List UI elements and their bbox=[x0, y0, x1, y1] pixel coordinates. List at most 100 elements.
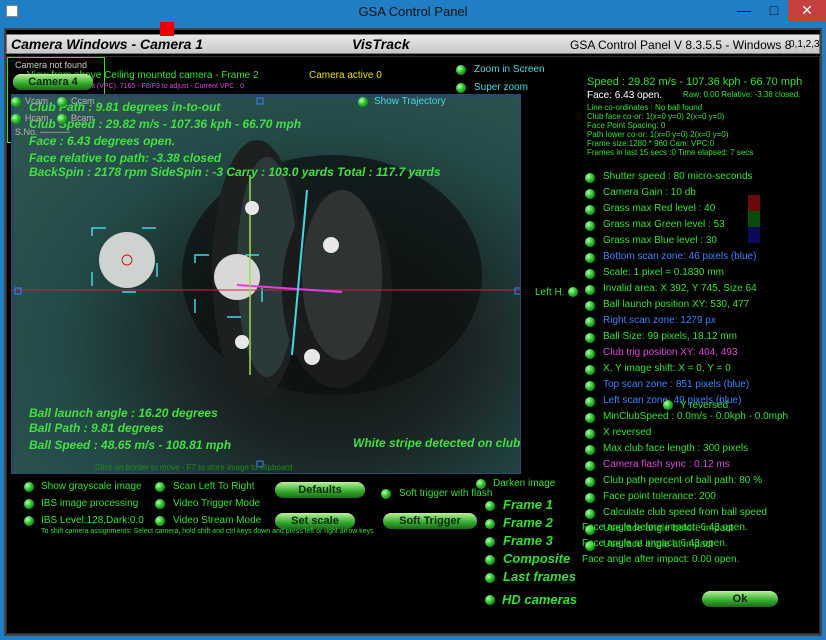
setting-row[interactable]: Club trig position XY: 404, 493 bbox=[583, 347, 819, 363]
setting-row[interactable]: Shutter speed : 80 micro-seconds bbox=[583, 171, 819, 187]
vcam-led[interactable] bbox=[11, 97, 21, 107]
setting-led[interactable] bbox=[585, 413, 595, 423]
setting-row[interactable]: Grass max Red level : 40 bbox=[583, 203, 819, 219]
close-button[interactable]: ✕ bbox=[788, 0, 826, 22]
setting-led[interactable] bbox=[585, 349, 595, 359]
hcam-label[interactable]: Hcam bbox=[25, 113, 49, 123]
show-grayscale-option[interactable]: Show grayscale image bbox=[41, 481, 142, 492]
setting-row[interactable]: Top scan zone : 851 pixels (blue) bbox=[583, 379, 819, 395]
y-reversed-led[interactable] bbox=[663, 400, 673, 410]
zoom-in-screen-label[interactable]: Zoom in Screen bbox=[474, 64, 545, 75]
setting-row[interactable]: Camera Gain : 10 db bbox=[583, 187, 819, 203]
hcam-led[interactable] bbox=[11, 114, 21, 124]
setting-led[interactable] bbox=[585, 493, 595, 503]
grayscale-led[interactable] bbox=[24, 482, 34, 492]
video-trigger-led[interactable] bbox=[155, 499, 165, 509]
zoom-led[interactable] bbox=[456, 65, 466, 75]
setting-label: Bottom scan zone: 46 pixels (blue) bbox=[603, 251, 757, 262]
show-trajectory-led[interactable] bbox=[358, 97, 368, 107]
left-h-led[interactable] bbox=[568, 287, 578, 297]
frame-led[interactable] bbox=[485, 555, 495, 565]
setting-led[interactable] bbox=[585, 285, 595, 295]
frame-label: Frame 3 bbox=[503, 533, 553, 548]
frame-led[interactable] bbox=[485, 537, 495, 547]
video-stream-option[interactable]: Video Stream Mode bbox=[173, 515, 261, 526]
setting-row[interactable]: Scale: 1 pixel = 0.1830 mm bbox=[583, 267, 819, 283]
darken-image-option[interactable]: Darken image bbox=[493, 478, 555, 489]
set-scale-button[interactable]: Set scale bbox=[275, 513, 355, 529]
minimize-button[interactable]: — bbox=[730, 0, 758, 22]
hd-cameras-led[interactable] bbox=[485, 595, 495, 605]
setting-led[interactable] bbox=[585, 365, 595, 375]
defaults-button[interactable]: Defaults bbox=[275, 482, 365, 498]
setting-led[interactable] bbox=[585, 173, 595, 183]
setting-led[interactable] bbox=[585, 237, 595, 247]
camera-select-button[interactable]: Camera 4 bbox=[13, 74, 93, 90]
frame-led[interactable] bbox=[485, 519, 495, 529]
y-reversed-label[interactable]: Y reversed bbox=[680, 400, 728, 411]
setting-row[interactable]: Camera flash sync : 0.12 ms bbox=[583, 459, 819, 475]
ibs-processing-led[interactable] bbox=[24, 499, 34, 509]
setting-row[interactable]: Calculate club speed from ball speed bbox=[583, 507, 819, 523]
setting-led[interactable] bbox=[585, 269, 595, 279]
setting-row[interactable]: Ball launch position XY: 530, 477 bbox=[583, 299, 819, 315]
face-relative-readout: Face relative to path: -3.38 closed bbox=[29, 151, 222, 165]
show-trajectory-label[interactable]: Show Trajectory bbox=[374, 96, 446, 107]
ccam-led[interactable] bbox=[57, 97, 67, 107]
setting-led[interactable] bbox=[585, 381, 595, 391]
setting-row[interactable]: X, Y image shift: X = 0, Y = 0 bbox=[583, 363, 819, 379]
setting-row[interactable]: MinClubSpeed : 0.0m/s - 0.0kph - 0.0mph bbox=[583, 411, 819, 427]
scan-left-option[interactable]: Scan Left To Right bbox=[173, 481, 255, 492]
setting-label: Right scan zone: 1279 px bbox=[603, 315, 716, 326]
frame-led[interactable] bbox=[485, 573, 495, 583]
setting-led[interactable] bbox=[585, 477, 595, 487]
setting-led[interactable] bbox=[585, 189, 595, 199]
setting-row[interactable]: Bottom scan zone: 46 pixels (blue) bbox=[583, 251, 819, 267]
scan-left-led[interactable] bbox=[155, 482, 165, 492]
soft-trigger-flash-led[interactable] bbox=[381, 489, 391, 499]
setting-led[interactable] bbox=[585, 221, 595, 231]
soft-trigger-button[interactable]: Soft Trigger bbox=[383, 513, 477, 529]
setting-led[interactable] bbox=[585, 429, 595, 439]
bcam-led[interactable] bbox=[57, 114, 67, 124]
setting-row[interactable]: Ball Size: 99 pixels, 18.12 mm bbox=[583, 331, 819, 347]
setting-led[interactable] bbox=[585, 317, 595, 327]
setting-label: Club trig position XY: 404, 493 bbox=[603, 347, 738, 358]
soft-trigger-flash-option[interactable]: Soft trigger with flash bbox=[399, 488, 492, 499]
super-zoom-led[interactable] bbox=[456, 83, 466, 93]
setting-row[interactable]: Grass max Blue level : 30 bbox=[583, 235, 819, 251]
ibs-level-led[interactable] bbox=[24, 516, 34, 526]
setting-row[interactable]: Grass max Green level : 53 bbox=[583, 219, 819, 235]
maximize-button[interactable]: □ bbox=[760, 0, 788, 22]
setting-row[interactable]: X reversed bbox=[583, 427, 819, 443]
frame-led[interactable] bbox=[485, 501, 495, 511]
setting-led[interactable] bbox=[585, 333, 595, 343]
vcam-label[interactable]: Vcam bbox=[25, 96, 48, 106]
ibs-processing-option[interactable]: IBS image processing bbox=[41, 498, 138, 509]
hd-cameras-option[interactable]: HD cameras bbox=[502, 592, 577, 607]
left-h-label[interactable]: Left H. bbox=[535, 287, 564, 298]
ibs-level-label[interactable]: IBS Level:128,Dark:0.0 bbox=[41, 515, 144, 526]
bcam-label[interactable]: Bcam bbox=[71, 113, 94, 123]
setting-row[interactable]: Right scan zone: 1279 px bbox=[583, 315, 819, 331]
setting-led[interactable] bbox=[585, 205, 595, 215]
ok-button[interactable]: Ok bbox=[702, 591, 778, 607]
setting-led[interactable] bbox=[585, 461, 595, 471]
ccam-label[interactable]: Ccam bbox=[71, 96, 95, 106]
frame-label: Frame 2 bbox=[503, 515, 553, 530]
setting-row[interactable]: Max club face length : 300 pixels bbox=[583, 443, 819, 459]
video-trigger-option[interactable]: Video Trigger Mode bbox=[173, 498, 260, 509]
setting-row[interactable]: Invalid area: X 392, Y 745, Size 64 bbox=[583, 283, 819, 299]
setting-row[interactable]: Club path percent of ball path: 80 % bbox=[583, 475, 819, 491]
setting-led[interactable] bbox=[585, 509, 595, 519]
super-zoom-label[interactable]: Super zoom bbox=[474, 82, 528, 93]
setting-led[interactable] bbox=[585, 445, 595, 455]
video-stream-led[interactable] bbox=[155, 516, 165, 526]
face-info: Face: 6.43 open. bbox=[587, 90, 663, 101]
camera-active-label: Camera active 0 bbox=[309, 70, 382, 81]
setting-led[interactable] bbox=[585, 253, 595, 263]
setting-label: X reversed bbox=[603, 427, 652, 438]
setting-led[interactable] bbox=[585, 301, 595, 311]
setting-row[interactable]: Face point tolerance: 200 bbox=[583, 491, 819, 507]
setting-led[interactable] bbox=[585, 397, 595, 407]
